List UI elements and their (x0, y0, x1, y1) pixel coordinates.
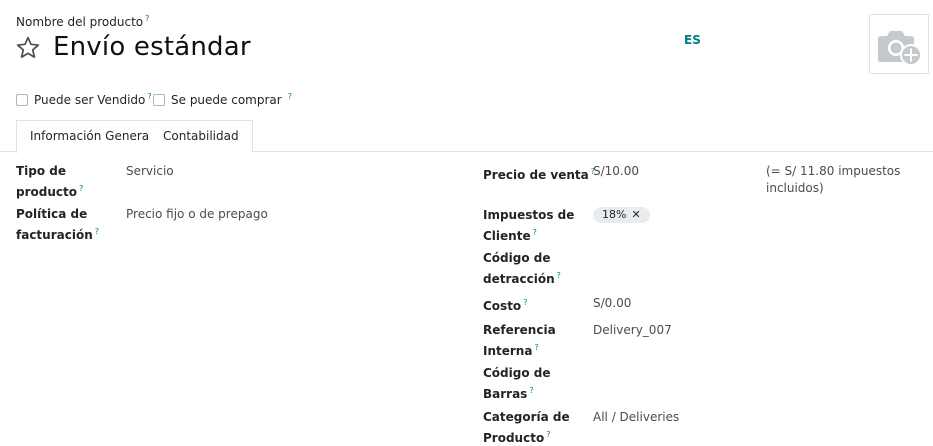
internal-reference-label: Referencia Interna? (483, 323, 556, 358)
product-category-label: Categoría de Producto? (483, 410, 570, 445)
can-be-purchased-checkbox[interactable]: Se puede comprar? (153, 92, 292, 107)
help-icon[interactable]: ? (147, 92, 151, 101)
help-icon[interactable]: ? (529, 386, 533, 395)
can-be-sold-checkbox[interactable]: Puede ser Vendido? (16, 92, 152, 107)
product-type-field[interactable]: Servicio (126, 163, 174, 180)
remove-tag-icon[interactable]: ✕ (631, 208, 640, 221)
barcode-label: Código de Barras? (483, 366, 551, 401)
help-icon[interactable]: ? (79, 184, 83, 193)
product-type-label: Tipo de producto? (16, 164, 84, 199)
product-name-field[interactable]: Envío estándar (53, 32, 251, 62)
cost-label: Costo? (483, 298, 528, 313)
camera-add-icon (878, 31, 922, 66)
customer-taxes-field[interactable]: 18% ✕ (593, 207, 650, 223)
product-image-upload[interactable] (869, 14, 929, 74)
help-icon[interactable]: ? (145, 14, 149, 23)
notebook-tabs: Información General Contabilidad (0, 120, 933, 153)
tab-accounting[interactable]: Contabilidad (150, 120, 253, 152)
invoice-policy-field[interactable]: Precio fijo o de prepago (126, 206, 268, 223)
sale-price-field[interactable]: S/10.00 (593, 163, 639, 180)
invoice-policy-label: Política de facturación? (16, 207, 99, 242)
detraction-code-label: Código de detracción? (483, 251, 561, 286)
help-icon[interactable]: ? (534, 343, 538, 352)
tax-tag: 18% ✕ (593, 207, 650, 223)
help-icon[interactable]: ? (288, 92, 292, 101)
help-icon[interactable]: ? (533, 228, 537, 237)
help-icon[interactable]: ? (557, 271, 561, 280)
tax-included-note: (= S/ 11.80 impuestos incluidos) (766, 164, 901, 195)
help-icon[interactable]: ? (523, 298, 527, 307)
product-name-label: Nombre del producto? (16, 14, 150, 29)
tab-general-information[interactable]: Información General (16, 120, 167, 153)
cost-field[interactable]: S/0.00 (593, 295, 631, 312)
checkbox-box[interactable] (16, 94, 28, 106)
sale-price-label: Precio de venta? (483, 167, 595, 182)
help-icon[interactable]: ? (95, 227, 99, 236)
checkbox-box[interactable] (153, 94, 165, 106)
product-category-field[interactable]: All / Deliveries (593, 409, 679, 426)
help-icon[interactable]: ? (546, 430, 550, 439)
star-icon[interactable] (15, 35, 41, 61)
internal-reference-field[interactable]: Delivery_007 (593, 322, 672, 339)
language-button[interactable]: ES (684, 33, 701, 47)
customer-taxes-label: Impuestos de Cliente? (483, 208, 575, 243)
